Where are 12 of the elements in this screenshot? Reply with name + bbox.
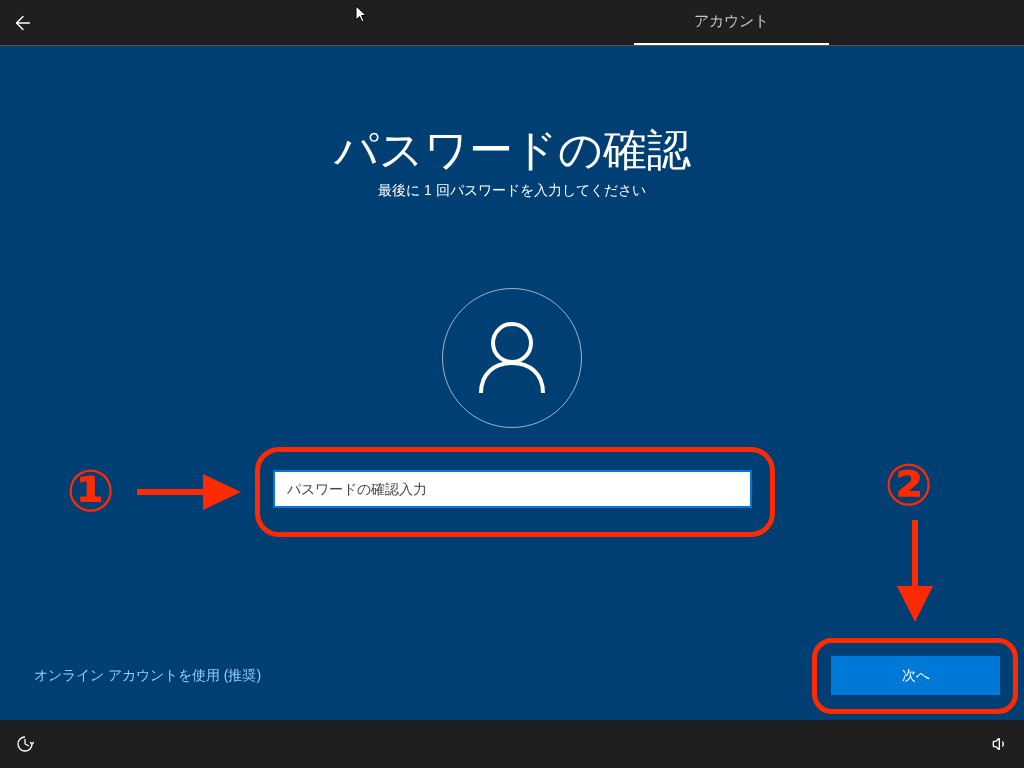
subtitle: 最後に 1 回パスワードを入力してください [378, 181, 646, 200]
password-field[interactable]: パスワードの確認入力 [272, 470, 752, 508]
page-title: パスワードの確認 [333, 124, 691, 176]
mouse-pointer-icon [355, 5, 367, 23]
dial-icon [16, 735, 34, 753]
annotation-number: ② [884, 450, 934, 520]
annotation-number: ① [66, 456, 116, 526]
person-icon [477, 321, 547, 395]
accessibility-button[interactable] [16, 735, 34, 753]
next-button[interactable]: 次へ [831, 656, 1000, 695]
online-account-link[interactable]: オンライン アカウントを使用 (推奨) [34, 665, 262, 686]
tab[interactable]: アカウント [634, 0, 829, 45]
